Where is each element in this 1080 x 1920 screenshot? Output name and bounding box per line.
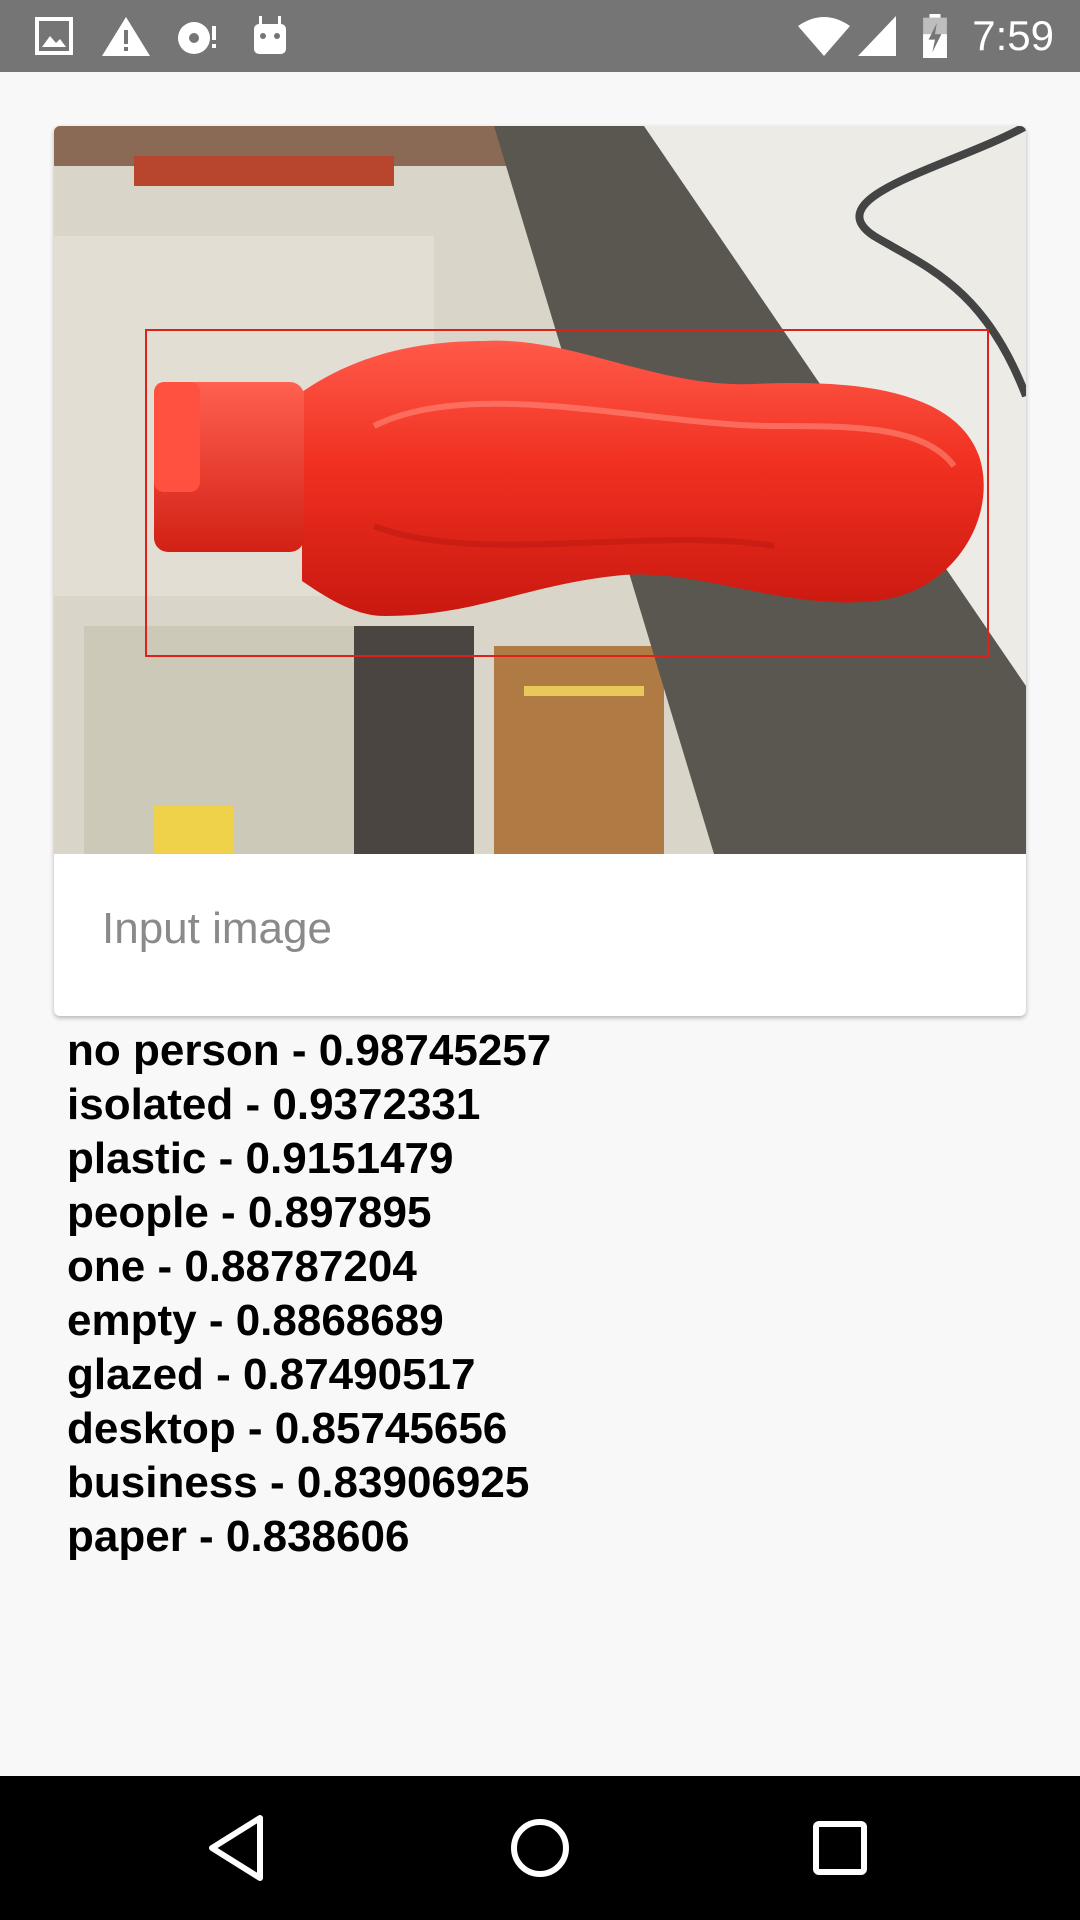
result-line: paper - 0.838606 xyxy=(67,1512,410,1561)
result-line: desktop - 0.85745656 xyxy=(67,1404,508,1453)
card-caption: Input image xyxy=(102,904,332,953)
result-line: isolated - 0.9372331 xyxy=(67,1080,481,1129)
navigation-bar xyxy=(0,1776,1080,1920)
result-line: no person - 0.98745257 xyxy=(67,1026,552,1075)
result-line: plastic - 0.9151479 xyxy=(67,1134,454,1183)
results-list: no person - 0.98745257 isolated - 0.9372… xyxy=(67,1024,551,1564)
back-icon[interactable] xyxy=(198,1806,282,1890)
input-image-card: Input image xyxy=(54,126,1026,1016)
status-bar: 7:59 xyxy=(0,0,1080,72)
result-line: glazed - 0.87490517 xyxy=(67,1350,476,1399)
recents-icon[interactable] xyxy=(798,1806,882,1890)
battery-charging-icon xyxy=(923,14,947,58)
home-icon[interactable] xyxy=(498,1806,582,1890)
image-icon xyxy=(35,17,73,55)
sync-disc-icon xyxy=(178,22,216,54)
red-water-bottle-photo xyxy=(54,126,1026,854)
android-debug-icon xyxy=(254,16,286,54)
result-line: business - 0.83906925 xyxy=(67,1458,530,1507)
result-line: people - 0.897895 xyxy=(67,1188,432,1237)
warning-icon xyxy=(102,17,150,56)
signal-icon xyxy=(858,16,896,56)
clock-time: 7:59 xyxy=(972,12,1054,59)
wifi-icon xyxy=(798,17,850,56)
result-line: one - 0.88787204 xyxy=(67,1242,417,1291)
result-line: empty - 0.8868689 xyxy=(67,1296,444,1345)
